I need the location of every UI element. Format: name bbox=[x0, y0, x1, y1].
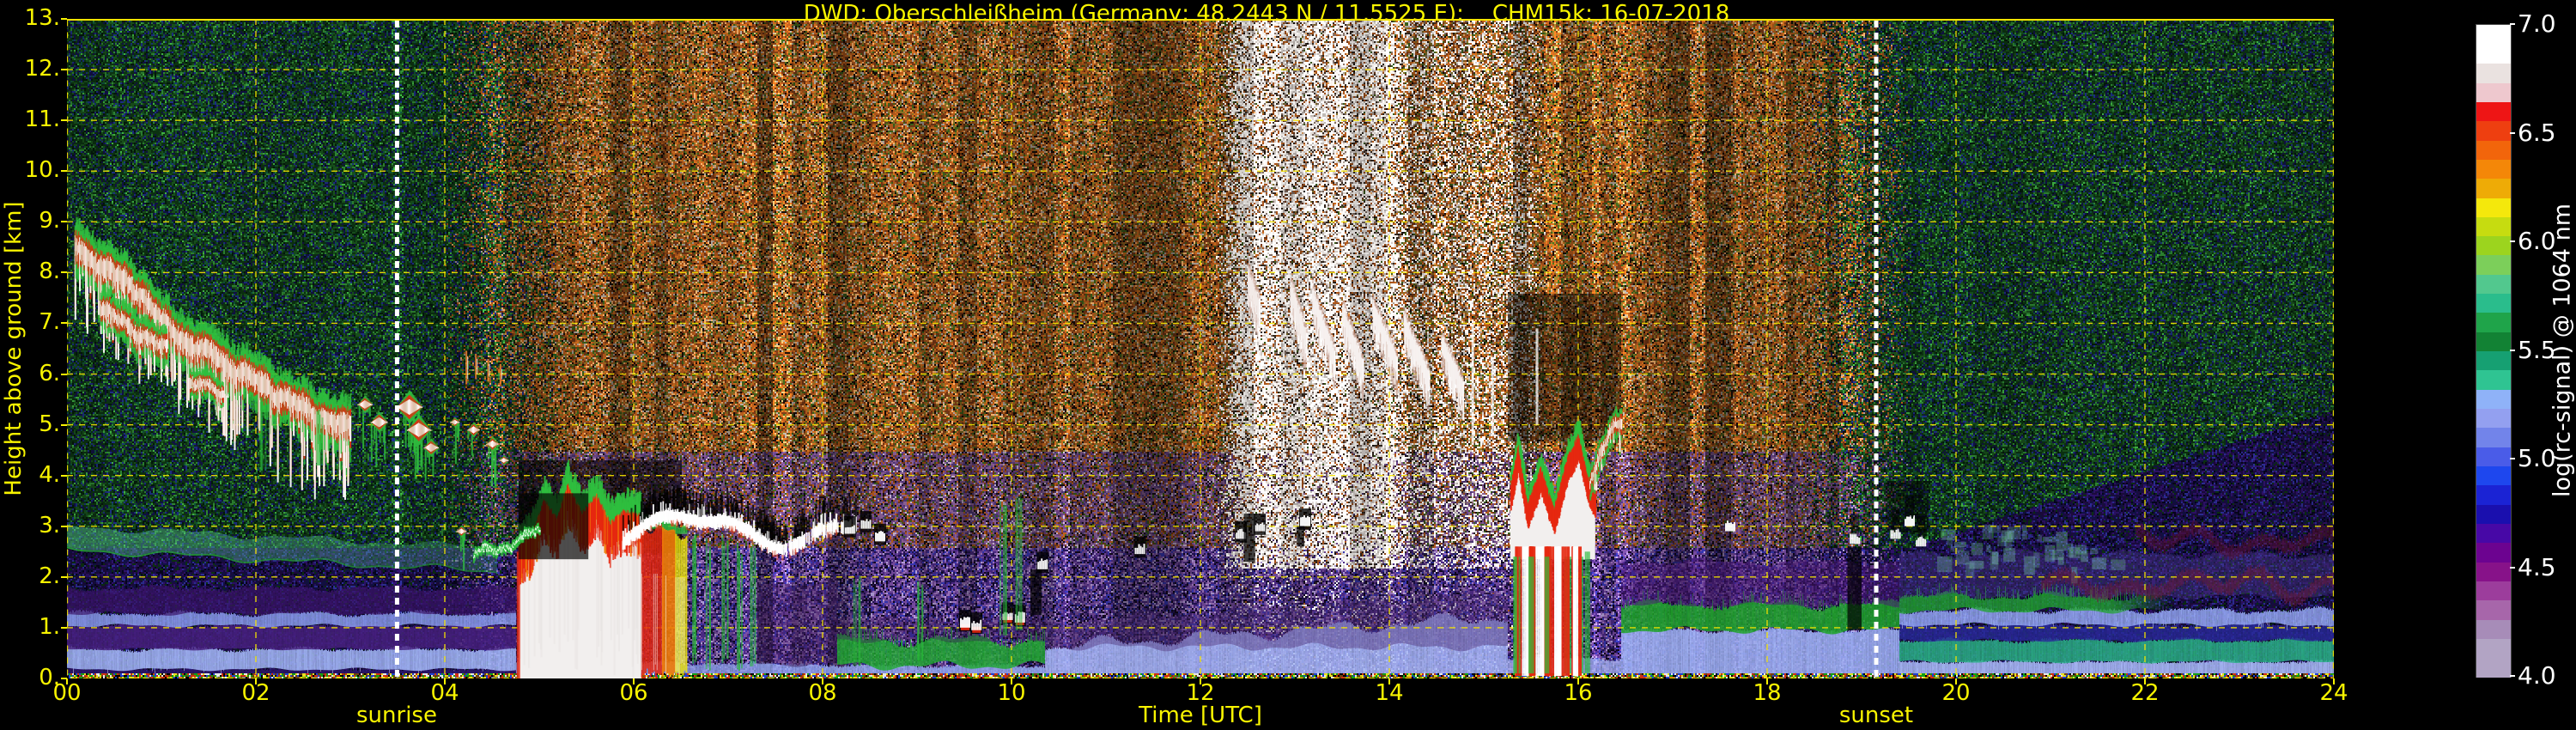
y-tick-label: 3. bbox=[39, 512, 60, 538]
y-tick-mark bbox=[61, 474, 67, 477]
y-tick-mark bbox=[61, 322, 67, 325]
colorbar-tick-label: 4.5 bbox=[2518, 552, 2556, 581]
colorbar-band bbox=[2476, 638, 2511, 659]
x-tick-mark bbox=[1388, 678, 1390, 684]
colorbar-band bbox=[2476, 159, 2511, 179]
colorbar-tick-mark bbox=[2510, 23, 2515, 25]
x-tick-mark bbox=[2144, 678, 2146, 684]
colorbar-band bbox=[2476, 465, 2511, 486]
y-tick-mark bbox=[61, 69, 67, 71]
heatmap-canvas bbox=[67, 19, 2334, 678]
colorbar-band bbox=[2476, 25, 2511, 45]
y-tick-mark bbox=[61, 18, 67, 20]
colorbar-band bbox=[2476, 63, 2511, 83]
colorbar-title: log(rc-signal) @ 1064 nm bbox=[2549, 203, 2576, 498]
colorbar-band bbox=[2476, 120, 2511, 141]
y-axis-label: Height above ground [km] bbox=[1, 201, 27, 496]
colorbar-tick-label: 6.5 bbox=[2518, 118, 2556, 147]
colorbar-band bbox=[2476, 389, 2511, 410]
x-tick-mark bbox=[633, 678, 635, 684]
x-tick-mark bbox=[822, 678, 823, 684]
y-tick-label: 5. bbox=[39, 411, 60, 437]
y-tick-mark bbox=[61, 119, 67, 122]
ceilometer-quicklook-figure: DWD: Oberschleißheim (Germany; 48.2443 N… bbox=[0, 0, 2576, 730]
colorbar-band bbox=[2476, 332, 2511, 352]
colorbar-band bbox=[2476, 447, 2511, 467]
y-tick-mark bbox=[61, 423, 67, 426]
colorbar-tick-mark bbox=[2510, 131, 2515, 134]
y-tick-mark bbox=[61, 271, 67, 274]
colorbar-tick-label: 7.0 bbox=[2518, 9, 2556, 38]
colorbar-tick-label: 4.0 bbox=[2518, 661, 2556, 690]
x-tick-mark bbox=[2333, 678, 2335, 684]
x-tick-mark bbox=[1577, 678, 1579, 684]
colorbar-band bbox=[2476, 235, 2511, 256]
x-tick-mark bbox=[1200, 678, 1201, 684]
colorbar-band bbox=[2476, 599, 2511, 620]
colorbar-band bbox=[2476, 504, 2511, 524]
x-tick-mark bbox=[444, 678, 446, 684]
y-tick-mark bbox=[61, 221, 67, 223]
colorbar-band bbox=[2476, 293, 2511, 313]
sunset-label: sunset bbox=[1838, 703, 1914, 728]
y-tick-mark bbox=[61, 626, 67, 629]
x-tick-mark bbox=[255, 678, 257, 684]
colorbar-band bbox=[2476, 274, 2511, 295]
y-tick-label: 7. bbox=[39, 309, 60, 336]
colorbar-band bbox=[2476, 581, 2511, 601]
x-tick-mark bbox=[1011, 678, 1012, 684]
y-tick-label: 6. bbox=[39, 360, 60, 386]
colorbar-band bbox=[2476, 523, 2511, 544]
colorbar-band bbox=[2476, 254, 2511, 275]
y-tick-label: 12. bbox=[24, 56, 60, 82]
y-tick-mark bbox=[61, 373, 67, 375]
colorbar-tick-mark bbox=[2510, 240, 2515, 242]
colorbar-tick-mark bbox=[2510, 566, 2515, 569]
colorbar-band bbox=[2476, 216, 2511, 237]
colorbar bbox=[2476, 24, 2512, 678]
colorbar-band bbox=[2476, 369, 2511, 390]
colorbar-band bbox=[2476, 312, 2511, 332]
colorbar-band bbox=[2476, 657, 2511, 678]
colorbar-tick-mark bbox=[2510, 675, 2515, 677]
colorbar-band bbox=[2476, 178, 2511, 198]
colorbar-band bbox=[2476, 101, 2511, 122]
y-tick-label: 10. bbox=[24, 157, 60, 184]
colorbar-band bbox=[2476, 619, 2511, 639]
y-tick-label: 13. bbox=[24, 5, 60, 31]
y-tick-label: 2. bbox=[39, 563, 60, 589]
colorbar-band bbox=[2476, 542, 2511, 563]
colorbar-band bbox=[2476, 139, 2511, 160]
y-tick-mark bbox=[61, 575, 67, 578]
y-tick-label: 4. bbox=[39, 461, 60, 488]
colorbar-tick-mark bbox=[2510, 458, 2515, 459]
colorbar-band bbox=[2476, 427, 2511, 447]
x-tick-mark bbox=[66, 678, 68, 684]
y-tick-label: 8. bbox=[39, 259, 60, 285]
colorbar-band bbox=[2476, 408, 2511, 429]
colorbar-tick-mark bbox=[2510, 349, 2515, 351]
colorbar-band bbox=[2476, 350, 2511, 371]
x-axis-label: Time [UTC] bbox=[1139, 703, 1262, 728]
colorbar-band bbox=[2476, 44, 2511, 64]
y-tick-label: 11. bbox=[24, 106, 60, 133]
x-tick-mark bbox=[1955, 678, 1957, 684]
y-tick-mark bbox=[61, 525, 67, 527]
colorbar-band bbox=[2476, 484, 2511, 505]
sunrise-label: sunrise bbox=[356, 703, 437, 728]
y-tick-label: 1. bbox=[39, 613, 60, 640]
y-tick-label: 9. bbox=[39, 208, 60, 234]
colorbar-band bbox=[2476, 562, 2511, 581]
colorbar-band bbox=[2476, 197, 2511, 217]
y-tick-mark bbox=[61, 170, 67, 173]
colorbar-band bbox=[2476, 82, 2511, 102]
x-tick-mark bbox=[1766, 678, 1768, 684]
